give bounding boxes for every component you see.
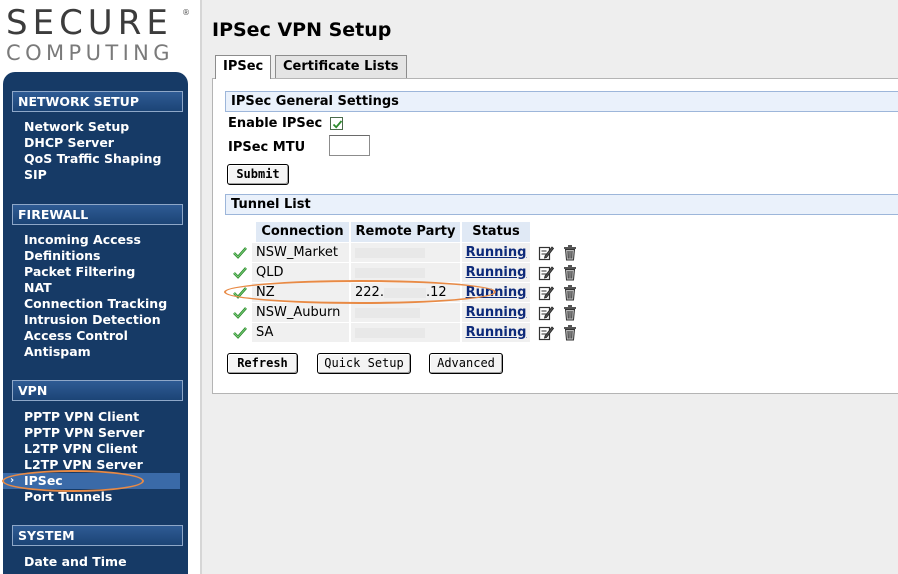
remote-party-visible: 222.	[355, 285, 384, 300]
company-logo: SECURE COMPUTING ®	[6, 6, 190, 68]
status-link[interactable]: Running	[466, 325, 527, 340]
refresh-button[interactable]: Refresh	[227, 353, 298, 374]
status-cell: Running	[462, 303, 530, 322]
sidebar-item-pptp-vpn-client[interactable]: PPTP VPN Client	[3, 409, 180, 425]
remote-party-cell	[351, 243, 460, 262]
sidebar-item-incoming-access[interactable]: Incoming Access	[3, 232, 180, 248]
connection-cell: NSW_Auburn	[252, 303, 349, 322]
tab-ipsec[interactable]: IPSec	[215, 55, 272, 79]
check-icon	[232, 266, 248, 280]
checkmark-icon	[332, 120, 343, 129]
sidebar-section-vpn: VPN	[12, 380, 183, 401]
ipsec-mtu-label: IPSec MTU	[228, 140, 306, 155]
sidebar-item-ipsec[interactable]: › IPSec	[3, 473, 180, 489]
remote-party-cell	[351, 263, 460, 282]
sidebar-item-l2tp-vpn-client[interactable]: L2TP VPN Client	[3, 441, 180, 457]
check-icon	[232, 306, 248, 320]
trash-icon[interactable]	[562, 304, 578, 321]
sidebar-item-packet-filtering[interactable]: Packet Filtering	[3, 264, 180, 280]
edit-icon[interactable]	[538, 264, 555, 281]
status-cell: Running	[462, 263, 530, 282]
sidebar-section-network-setup: NETWORK SETUP	[12, 91, 183, 112]
registered-mark: ®	[182, 8, 190, 17]
sidebar-nav: NETWORK SETUP Network Setup DHCP Server …	[3, 72, 188, 574]
edit-icon[interactable]	[538, 304, 555, 321]
page-title: IPSec VPN Setup	[212, 19, 392, 41]
trash-icon[interactable]	[562, 324, 578, 341]
trash-icon[interactable]	[562, 284, 578, 301]
connection-cell: NZ	[252, 283, 349, 302]
edit-icon[interactable]	[538, 324, 555, 341]
submit-button[interactable]: Submit	[227, 164, 289, 185]
column-header-remote-party: Remote Party	[351, 222, 460, 242]
sidebar-item-port-tunnels[interactable]: Port Tunnels	[3, 489, 180, 505]
sidebar-item-definitions[interactable]: Definitions	[3, 248, 180, 264]
ipsec-panel: IPSec General Settings Enable IPSec IPSe…	[212, 78, 898, 394]
sidebar-item-access-control[interactable]: Access Control	[3, 328, 180, 344]
sidebar-item-date-and-time[interactable]: Date and Time	[3, 554, 180, 570]
remote-party-cell	[351, 323, 460, 342]
sidebar-item-antispam[interactable]: Antispam	[3, 344, 180, 360]
trash-icon[interactable]	[562, 264, 578, 281]
status-link[interactable]: Running	[466, 245, 527, 260]
check-icon	[232, 246, 248, 260]
sidebar-item-nat[interactable]: NAT	[3, 280, 180, 296]
sidebar-item-pptp-vpn-server[interactable]: PPTP VPN Server	[3, 425, 180, 441]
sidebar-item-intrusion-detection[interactable]: Intrusion Detection	[3, 312, 180, 328]
tunnel-list-heading: Tunnel List	[225, 194, 898, 215]
logo-line-2: COMPUTING	[6, 41, 174, 65]
status-link[interactable]: Running	[466, 265, 527, 280]
status-cell: Running	[462, 283, 530, 302]
sidebar-item-connection-tracking[interactable]: Connection Tracking	[3, 296, 180, 312]
sidebar-item-qos-traffic-shaping[interactable]: QoS Traffic Shaping	[3, 151, 180, 167]
trash-icon[interactable]	[562, 244, 578, 261]
edit-icon[interactable]	[538, 284, 555, 301]
column-header-status: Status	[462, 222, 530, 242]
column-header-connection: Connection	[256, 222, 349, 242]
sidebar-item-dhcp-server[interactable]: DHCP Server	[3, 135, 180, 151]
redacted-block	[383, 287, 426, 298]
connection-cell: QLD	[252, 263, 349, 282]
redacted-block	[355, 267, 425, 278]
check-icon	[232, 286, 248, 300]
status-link[interactable]: Running	[466, 305, 527, 320]
remote-party-cell: 222. .12	[351, 283, 460, 302]
sidebar-item-label: IPSec	[24, 473, 63, 488]
check-icon	[232, 326, 248, 340]
active-arrow-icon: ›	[10, 475, 15, 486]
connection-cell: NSW_Market	[252, 243, 349, 262]
enable-ipsec-label: Enable IPSec	[228, 116, 323, 131]
redacted-block	[355, 327, 425, 338]
redacted-block	[355, 307, 420, 318]
enable-ipsec-checkbox[interactable]	[330, 117, 343, 130]
general-settings-heading: IPSec General Settings	[225, 91, 898, 112]
ipsec-mtu-input[interactable]	[329, 135, 370, 156]
sidebar-item-network-setup[interactable]: Network Setup	[3, 119, 180, 135]
quick-setup-button[interactable]: Quick Setup	[317, 353, 411, 374]
sidebar-section-system: SYSTEM	[12, 525, 183, 546]
main-content: IPSec VPN Setup IPSec Certificate Lists …	[202, 0, 898, 574]
advanced-button[interactable]: Advanced	[429, 353, 503, 374]
status-cell: Running	[462, 323, 530, 342]
sidebar-item-l2tp-vpn-server[interactable]: L2TP VPN Server	[3, 457, 180, 473]
edit-icon[interactable]	[538, 244, 555, 261]
remote-party-tail: .12	[425, 285, 447, 300]
sidebar-item-sip[interactable]: SIP	[3, 167, 180, 183]
sidebar-section-firewall: FIREWALL	[12, 204, 183, 225]
tab-certificate-lists[interactable]: Certificate Lists	[275, 55, 407, 78]
status-cell: Running	[462, 243, 530, 262]
status-link[interactable]: Running	[466, 285, 527, 300]
redacted-block	[355, 247, 425, 258]
connection-cell: SA	[252, 323, 349, 342]
logo-line-1: SECURE	[6, 3, 173, 43]
remote-party-cell	[351, 303, 460, 322]
